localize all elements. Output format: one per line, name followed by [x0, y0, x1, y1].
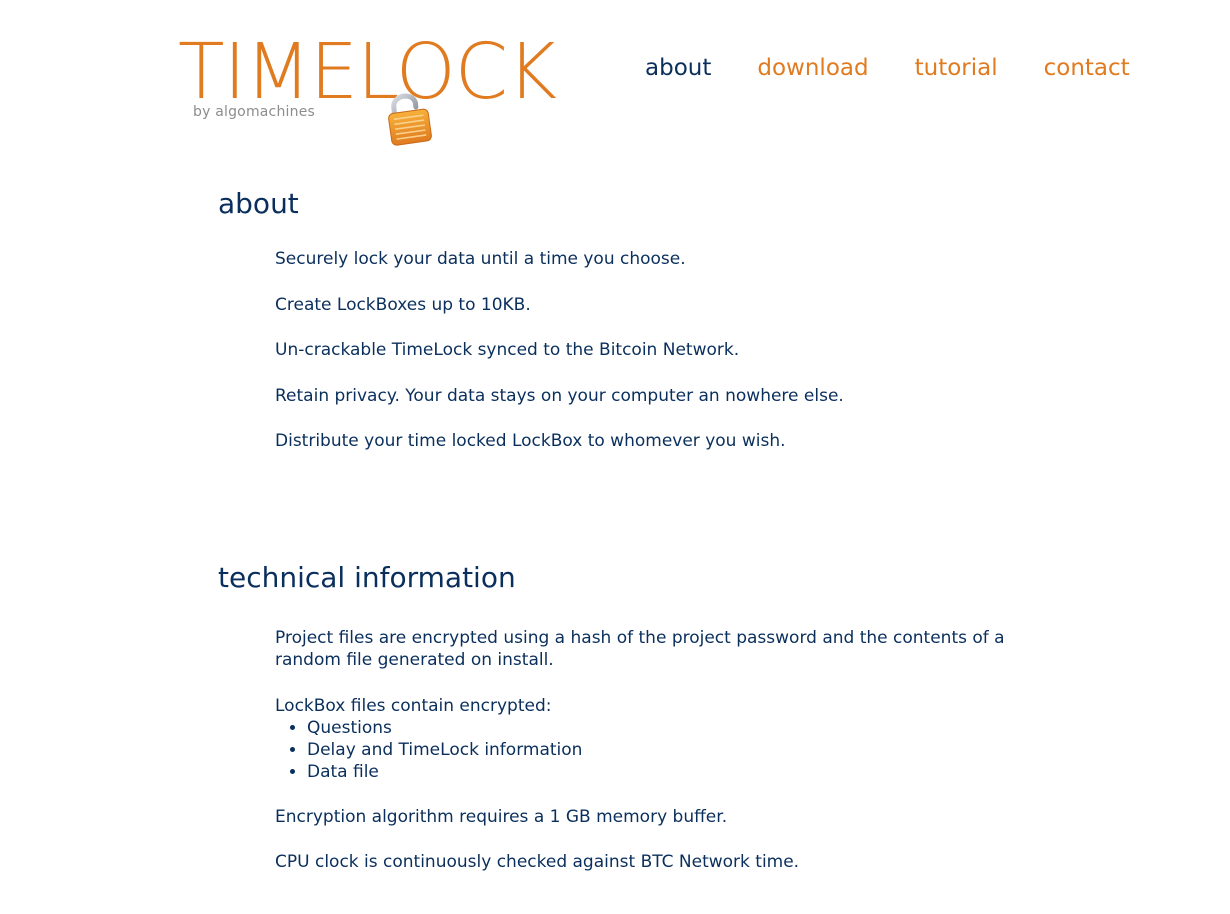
nav-link-about[interactable]: about — [645, 52, 711, 84]
technical-heading: technical information — [218, 561, 516, 594]
technical-intro: Project files are encrypted using a hash… — [275, 628, 1005, 670]
lockbox-heading: LockBox files contain encrypted: — [275, 695, 552, 716]
about-paragraph: Distribute your time locked LockBox to w… — [275, 431, 786, 451]
about-content: Securely lock your data until a time you… — [275, 248, 1025, 476]
about-paragraph: Create LockBoxes up to 10KB. — [275, 294, 531, 315]
nav-link-contact[interactable]: contact — [1044, 52, 1130, 84]
about-paragraph: Retain privacy. Your data stays on your … — [275, 385, 844, 406]
about-paragraph: Un-crackable TimeLock synced to the Bitc… — [275, 340, 740, 360]
list-item: Delay and TimeLock information — [307, 739, 1025, 761]
clock-note: CPU clock is continuously checked agains… — [275, 852, 800, 872]
logo-wordmark: TIMELOCK — [178, 28, 557, 117]
list-item: Questions — [307, 717, 1025, 739]
padlock-icon — [388, 93, 432, 146]
site-logo[interactable]: TIMELOCK by algomachines — [178, 34, 557, 146]
logo-byline: by algomachines — [193, 104, 315, 120]
nav-link-download[interactable]: download — [757, 52, 868, 84]
main-nav: about download tutorial contact — [645, 52, 1130, 84]
nav-link-tutorial[interactable]: tutorial — [915, 52, 998, 84]
list-item: Data file — [307, 761, 1025, 783]
about-heading: about — [218, 187, 299, 220]
page: TIMELOCK by algomachines about download … — [0, 0, 1230, 914]
technical-content: Project files are encrypted using a hash… — [275, 627, 1025, 897]
memory-note: Encryption algorithm requires a 1 GB mem… — [275, 806, 728, 827]
about-paragraph: Securely lock your data until a time you… — [275, 249, 686, 269]
lockbox-list: Questions Delay and TimeLock information… — [275, 717, 1025, 783]
